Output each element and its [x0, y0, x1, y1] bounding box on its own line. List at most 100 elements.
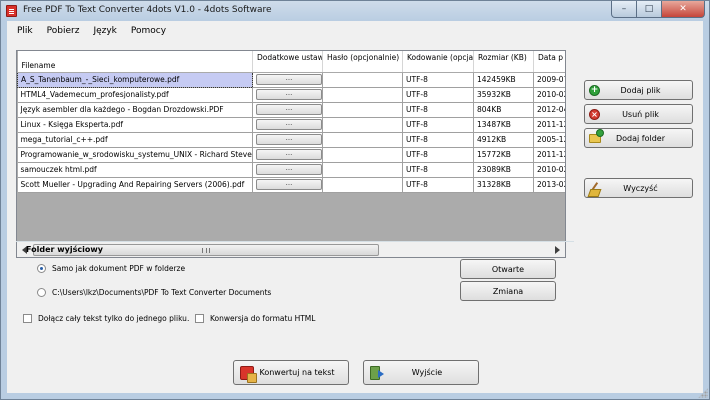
grid-viewport: Filename Dodatkowe ustawienia Hasło (opc… — [17, 51, 565, 241]
cell-encoding[interactable]: UTF-8 — [402, 117, 474, 133]
minimize-button[interactable]: – — [611, 1, 637, 18]
cell-encoding[interactable]: UTF-8 — [402, 162, 474, 178]
cell-settings[interactable]: ... — [252, 177, 323, 193]
cell-password[interactable] — [322, 117, 403, 133]
cell-size[interactable]: 142459KB — [473, 72, 534, 88]
add-file-button[interactable]: + Dodaj plik — [584, 80, 693, 100]
radio-same-folder-control[interactable] — [37, 264, 46, 273]
cell-encoding[interactable]: UTF-8 — [402, 72, 474, 88]
cell-encoding[interactable]: UTF-8 — [402, 102, 474, 118]
clear-label: Wyczyść — [623, 183, 658, 193]
menu-pomocy[interactable]: Pomocy — [124, 24, 173, 38]
title-bar[interactable]: Free PDF To Text Converter 4dots V1.0 - … — [1, 1, 709, 21]
open-folder-button[interactable]: Otwarte — [460, 259, 556, 279]
column-header-date[interactable]: Data p — [533, 51, 565, 73]
cell-password[interactable] — [322, 102, 403, 118]
settings-button[interactable]: ... — [256, 164, 322, 175]
exit-label: Wyjście — [411, 368, 443, 377]
files-grid[interactable]: Filename Dodatkowe ustawienia Hasło (opc… — [16, 50, 566, 258]
cell-filename[interactable]: Scott Mueller - Upgrading And Repairing … — [17, 177, 253, 193]
convert-button[interactable]: Konwertuj na tekst — [233, 360, 349, 385]
close-button[interactable]: ✕ — [662, 1, 705, 18]
settings-button[interactable]: ... — [256, 104, 322, 115]
cell-encoding[interactable]: UTF-8 — [402, 132, 474, 148]
column-header-password[interactable]: Hasło (opcjonalnie) — [322, 51, 403, 73]
table-row[interactable]: mega_tutorial_c++.pdf... UTF-8 4912KB 2005-… — [17, 132, 565, 148]
settings-button[interactable]: ... — [256, 134, 322, 145]
settings-button[interactable]: ... — [256, 179, 322, 190]
settings-button[interactable]: ... — [256, 149, 322, 160]
maximize-button[interactable]: □ — [637, 1, 662, 18]
column-header-size[interactable]: Rozmiar (KB) — [473, 51, 534, 73]
cell-password[interactable] — [322, 87, 403, 103]
cell-size[interactable]: 35932KB — [473, 87, 534, 103]
settings-button[interactable]: ... — [256, 74, 322, 85]
cell-settings[interactable]: ... — [252, 117, 323, 133]
cell-filename[interactable]: HTML4_Vademecum_profesjonalisty.pdf — [17, 87, 253, 103]
table-row[interactable]: Język asembler dla każdego - Bogdan Droz… — [17, 102, 565, 118]
cell-settings[interactable]: ... — [252, 162, 323, 178]
cell-size[interactable]: 15772KB — [473, 147, 534, 163]
radio-custom-folder[interactable]: C:\Users\lkz\Documents\PDF To Text Conve… — [37, 288, 271, 297]
cell-settings[interactable]: ... — [252, 147, 323, 163]
cell-password[interactable] — [322, 132, 403, 148]
radio-same-folder[interactable]: Samo jak dokument PDF w folderze — [37, 264, 185, 273]
change-folder-button[interactable]: Zmiana — [460, 281, 556, 301]
table-row[interactable]: A_S_Tanenbaum_-_Sieci_komputerowe.pdf...… — [17, 71, 565, 88]
cell-settings[interactable]: ... — [252, 132, 323, 148]
cell-filename[interactable]: mega_tutorial_c++.pdf — [17, 132, 253, 148]
cell-password[interactable] — [322, 162, 403, 178]
cell-size[interactable]: 13487KB — [473, 117, 534, 133]
join-text-option[interactable]: Dołącz cały tekst tylko do jednego pliku… — [23, 314, 189, 323]
cell-size[interactable]: 804KB — [473, 102, 534, 118]
exit-button[interactable]: Wyjście — [363, 360, 479, 385]
client-area: Plik Pobierz Język Pomocy Filename Dodat… — [7, 21, 703, 393]
settings-button[interactable]: ... — [256, 89, 322, 100]
remove-file-button[interactable]: × Usuń plik — [584, 104, 693, 124]
cell-date[interactable]: 2013-02 — [533, 177, 565, 193]
add-folder-button[interactable]: Dodaj folder — [584, 128, 693, 148]
exit-icon — [370, 366, 384, 380]
cell-encoding[interactable]: UTF-8 — [402, 177, 474, 193]
cell-date[interactable]: 2010-02 — [533, 87, 565, 103]
cell-date[interactable]: 2005-12 — [533, 132, 565, 148]
menu-plik[interactable]: Plik — [10, 24, 40, 38]
html-format-checkbox[interactable] — [195, 314, 204, 323]
cell-date[interactable]: 2009-07 — [533, 72, 565, 88]
cell-filename[interactable]: Linux - Księga Eksperta.pdf — [17, 117, 253, 133]
table-row[interactable]: HTML4_Vademecum_profesjonalisty.pdf... UT… — [17, 87, 565, 103]
column-header-filename[interactable]: Filename — [17, 51, 253, 73]
table-row[interactable]: samouczek html.pdf... UTF-823089KB2010-02 — [17, 162, 565, 178]
cell-date[interactable]: 2012-04 — [533, 102, 565, 118]
column-header-encoding[interactable]: Kodowanie (opcja) — [402, 51, 474, 73]
cell-date[interactable]: 2011-12 — [533, 117, 565, 133]
cell-size[interactable]: 23089KB — [473, 162, 534, 178]
cell-date[interactable]: 2010-02 — [533, 162, 565, 178]
table-row[interactable]: Scott Mueller - Upgrading And Repairing … — [17, 177, 565, 193]
cell-settings[interactable]: ... — [252, 102, 323, 118]
cell-size[interactable]: 4912KB — [473, 132, 534, 148]
cell-settings[interactable]: ... — [252, 87, 323, 103]
table-row[interactable]: Programowanie_w_srodowisku_systemu_UNIX … — [17, 147, 565, 163]
cell-encoding[interactable]: UTF-8 — [402, 87, 474, 103]
cell-filename[interactable]: A_S_Tanenbaum_-_Sieci_komputerowe.pdf — [17, 71, 253, 88]
cell-date[interactable]: 2011-12 — [533, 147, 565, 163]
cell-encoding[interactable]: UTF-8 — [402, 147, 474, 163]
cell-filename[interactable]: Programowanie_w_srodowisku_systemu_UNIX … — [17, 147, 253, 163]
settings-button[interactable]: ... — [256, 119, 322, 130]
join-text-checkbox[interactable] — [23, 314, 32, 323]
column-header-settings[interactable]: Dodatkowe ustawienia — [252, 51, 323, 73]
table-row[interactable]: Linux - Księga Eksperta.pdf... UTF-8 13487… — [17, 117, 565, 133]
clear-button[interactable]: Wyczyść — [584, 178, 693, 198]
cell-password[interactable] — [322, 177, 403, 193]
cell-size[interactable]: 31328KB — [473, 177, 534, 193]
menu-jezyk[interactable]: Język — [86, 24, 123, 38]
cell-filename[interactable]: Język asembler dla każdego - Bogdan Droz… — [17, 102, 253, 118]
cell-password[interactable] — [322, 72, 403, 88]
cell-filename[interactable]: samouczek html.pdf — [17, 162, 253, 178]
menu-pobierz[interactable]: Pobierz — [40, 24, 87, 38]
cell-password[interactable] — [322, 147, 403, 163]
cell-settings[interactable]: ... — [252, 72, 323, 88]
radio-custom-folder-control[interactable] — [37, 288, 46, 297]
html-format-option[interactable]: Konwersja do formatu HTML — [195, 314, 315, 323]
